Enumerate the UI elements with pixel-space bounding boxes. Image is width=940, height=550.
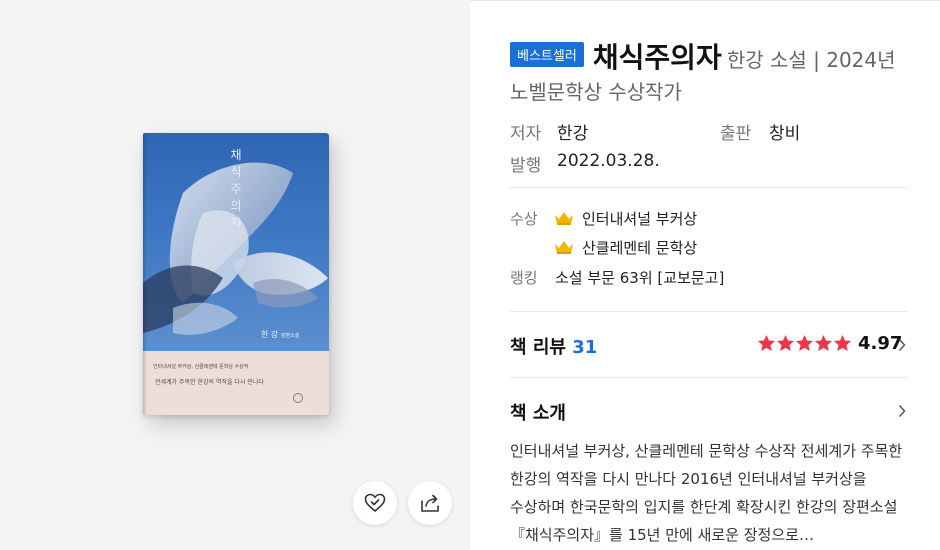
bestseller-badge: 베스트셀러: [510, 42, 584, 67]
wishlist-button[interactable]: [353, 481, 397, 525]
chevron-right-icon[interactable]: [898, 404, 906, 418]
section-divider: [510, 311, 908, 312]
award-item[interactable]: 산클레멘테 문학상: [582, 237, 697, 258]
section-divider: [510, 187, 908, 188]
review-section-title[interactable]: 책 리뷰 31: [510, 333, 597, 359]
cover-panel: 채식주의자 한 강 장편소설 인터내셔널 부커상, 산클레멘테 문학상 수상작 …: [0, 0, 470, 550]
ranking-label: 랭킹: [510, 269, 538, 287]
star-icon: [833, 334, 852, 352]
star-icon: [776, 334, 795, 352]
cover-band-line1: 인터내셔널 부커상, 산클레멘테 문학상 수상작: [153, 364, 249, 370]
ranking-value[interactable]: 소설 부문 63위 [교보문고]: [555, 267, 724, 288]
publish-date: 2022.03.28.: [557, 151, 660, 171]
chevron-right-icon[interactable]: [898, 338, 906, 352]
title-row: 베스트셀러 채식주의자 한강 소설 | 2024년: [510, 36, 910, 76]
share-icon: [421, 494, 439, 512]
cover-title: 채식주의자: [230, 148, 242, 230]
awards-label: 수상: [510, 210, 538, 228]
publisher-label: 출판: [720, 124, 752, 144]
section-divider: [510, 377, 908, 378]
award-item[interactable]: 인터내셔널 부커상: [582, 208, 697, 229]
cover-band: 인터내셔널 부커상, 산클레멘테 문학상 수상작 전세계가 주목한 한강의 역작…: [143, 351, 329, 415]
cover-artwork: 채식주의자 한 강 장편소설: [143, 133, 329, 351]
author-label: 저자: [510, 124, 542, 144]
info-panel: 베스트셀러 채식주의자 한강 소설 | 2024년 노벨문학상 수상작가 저자 …: [510, 0, 910, 550]
intro-text: 인터내셔널 부커상, 산클레멘테 문학상 수상작 전세계가 주목한 한강의 역작…: [510, 442, 903, 544]
star-icon: [757, 334, 776, 352]
publisher-logo: [293, 393, 303, 403]
star-icon: [795, 334, 814, 352]
intro-section-title[interactable]: 책 소개: [510, 399, 566, 425]
publisher-link[interactable]: 창비: [769, 119, 800, 144]
cover-author: 한 강 장편소설: [261, 329, 299, 340]
book-title: 채식주의자: [592, 41, 722, 74]
share-button[interactable]: [408, 481, 452, 525]
book-subtitle-line2: 노벨문학상 수상작가: [510, 80, 682, 104]
author-link[interactable]: 한강: [557, 119, 588, 144]
heart-check-icon: [364, 493, 386, 513]
publish-date-label: 발행: [510, 156, 542, 176]
cover-spine-shade: [143, 133, 147, 415]
cover-author-name: 한 강: [261, 330, 279, 339]
book-subtitle-line1: 한강 소설 | 2024년: [726, 48, 896, 72]
crown-icon: [555, 212, 573, 225]
book-cover[interactable]: 채식주의자 한 강 장편소설 인터내셔널 부커상, 산클레멘테 문학상 수상작 …: [143, 133, 329, 415]
cover-author-sub: 장편소설: [280, 333, 300, 339]
rating-stars: [757, 334, 852, 352]
star-icon: [814, 334, 833, 352]
crown-icon: [555, 241, 573, 254]
review-count: 31: [572, 337, 598, 358]
review-label: 책 리뷰: [510, 337, 566, 358]
cover-band-line2: 전세계가 주목한 한강의 역작을 다시 만나다: [155, 379, 264, 386]
book-detail-page: 채식주의자 한 강 장편소설 인터내셔널 부커상, 산클레멘테 문학상 수상작 …: [0, 0, 940, 550]
rating-score: 4.97: [858, 333, 903, 354]
